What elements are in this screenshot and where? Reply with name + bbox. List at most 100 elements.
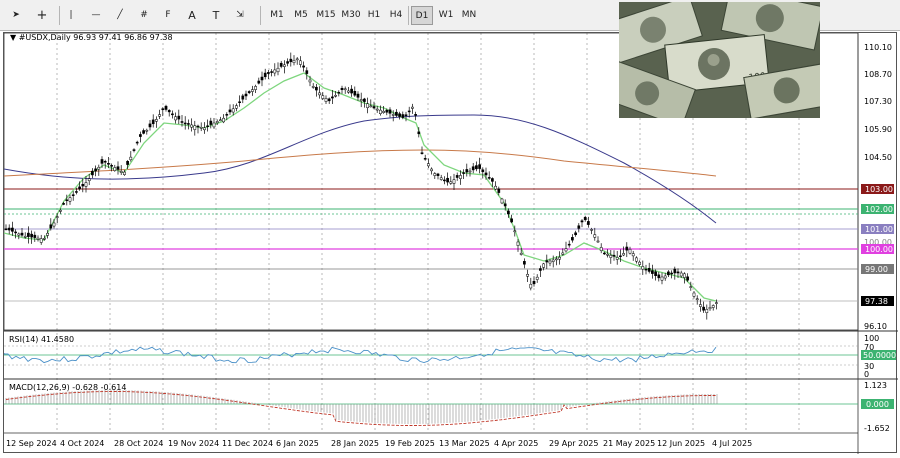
candle-body	[628, 249, 632, 254]
candle-body	[324, 98, 328, 102]
candle-body	[596, 240, 600, 243]
timeframe-m5[interactable]: M5	[290, 6, 312, 25]
candle-body	[49, 224, 53, 229]
candle-body	[593, 234, 597, 238]
candle-body	[203, 127, 206, 131]
rsi-level-100: 100	[864, 334, 879, 343]
candle-body	[337, 91, 341, 94]
timeframe-d1[interactable]: D1	[411, 6, 433, 25]
candle-body	[663, 275, 667, 279]
macd-zero-label: 0.000	[866, 400, 889, 409]
candle-body	[158, 114, 161, 117]
candle-body	[436, 173, 440, 176]
price-candles	[4, 52, 718, 320]
rsi-level-0: 0	[864, 370, 869, 379]
candle-body	[391, 114, 395, 116]
candle-body	[292, 60, 296, 63]
candle-body	[375, 108, 379, 111]
candle-body	[433, 173, 437, 176]
candle-body	[219, 119, 222, 122]
candle-body	[167, 110, 171, 113]
candle-body	[343, 88, 347, 91]
candle-body	[17, 233, 21, 236]
date-label: 11 Dec 2024	[222, 439, 273, 448]
candle-body	[529, 284, 533, 289]
price-label: 105.90	[864, 125, 892, 134]
candle-body	[526, 274, 529, 277]
candle-body	[199, 127, 203, 129]
trendline-icon[interactable]: ╱	[110, 6, 130, 25]
text-icon[interactable]: A	[182, 6, 202, 25]
timeframe-m15[interactable]: M15	[313, 6, 339, 25]
ma-fast-green-line	[3, 72, 717, 302]
candle-body	[641, 266, 645, 270]
candle-body	[71, 194, 75, 196]
current-price-label: 97.38	[865, 297, 888, 306]
candle-body	[475, 165, 478, 170]
candle-body	[171, 113, 174, 116]
candle-body	[177, 115, 181, 120]
candle-body	[411, 106, 414, 109]
text-label-icon[interactable]: T	[206, 6, 226, 25]
candle-body	[385, 109, 389, 113]
candle-body	[481, 169, 485, 173]
candle-body	[350, 88, 353, 94]
candle-body	[615, 257, 619, 260]
candle-body	[587, 221, 590, 225]
candle-body	[692, 292, 696, 297]
candle-body	[215, 121, 219, 124]
date-label: 12 Jun 2025	[657, 439, 705, 448]
timeframe-w1[interactable]: W1	[436, 6, 456, 25]
candle-body	[369, 105, 373, 108]
candle-body	[366, 103, 369, 108]
candle-body	[379, 109, 382, 114]
timeframe-mn[interactable]: MN	[458, 6, 480, 25]
date-label: 4 Oct 2024	[60, 439, 104, 448]
candle-body	[507, 210, 510, 215]
candle-body	[119, 171, 123, 173]
level-101-label: 101.00	[865, 225, 893, 234]
candle-body	[414, 114, 417, 116]
vertical-line-icon[interactable]: |	[64, 6, 78, 25]
candle-body	[513, 230, 517, 233]
timeframe-h4[interactable]: H4	[386, 6, 406, 25]
candle-body	[103, 160, 107, 163]
candle-body	[4, 228, 8, 230]
cursor-icon[interactable]: ➤	[6, 6, 26, 25]
arrows-icon[interactable]: ⇲	[230, 6, 250, 25]
crosshair-icon[interactable]: +	[32, 6, 52, 25]
candle-body	[372, 106, 376, 109]
timeframe-h1[interactable]: H1	[364, 6, 384, 25]
candle-body	[644, 268, 648, 271]
candle-body	[401, 114, 405, 118]
candle-body	[503, 203, 507, 207]
timeframe-m30[interactable]: M30	[338, 6, 364, 25]
candle-body	[382, 110, 385, 113]
candle-body	[353, 90, 357, 96]
candle-body	[257, 80, 261, 84]
macd-histogram	[5, 390, 718, 424]
candle-body	[311, 86, 315, 88]
fibonacci-icon[interactable]: F	[158, 6, 178, 25]
candle-body	[404, 114, 408, 116]
candle-body	[289, 58, 293, 63]
candle-body	[62, 203, 65, 205]
candle-body	[321, 95, 325, 99]
horizontal-line-icon[interactable]: —	[86, 6, 106, 25]
candle-body	[558, 256, 561, 260]
candle-body	[625, 246, 629, 251]
date-label: 4 Jul 2025	[712, 439, 752, 448]
timeframe-m1[interactable]: M1	[266, 6, 288, 25]
candle-body	[116, 166, 120, 170]
candle-body	[209, 120, 213, 125]
candle-body	[225, 114, 229, 116]
candle-body	[638, 261, 641, 265]
candle-body	[235, 105, 238, 109]
equidistant-channel-icon[interactable]: #	[134, 6, 154, 25]
candle-body	[711, 305, 715, 308]
price-label: 96.10	[864, 322, 887, 331]
price-axis: 110.10 108.70 107.30 105.90 104.50 100.0…	[861, 43, 894, 331]
candle-body	[273, 69, 277, 74]
price-label: 104.50	[864, 153, 892, 162]
candle-body	[100, 159, 104, 164]
